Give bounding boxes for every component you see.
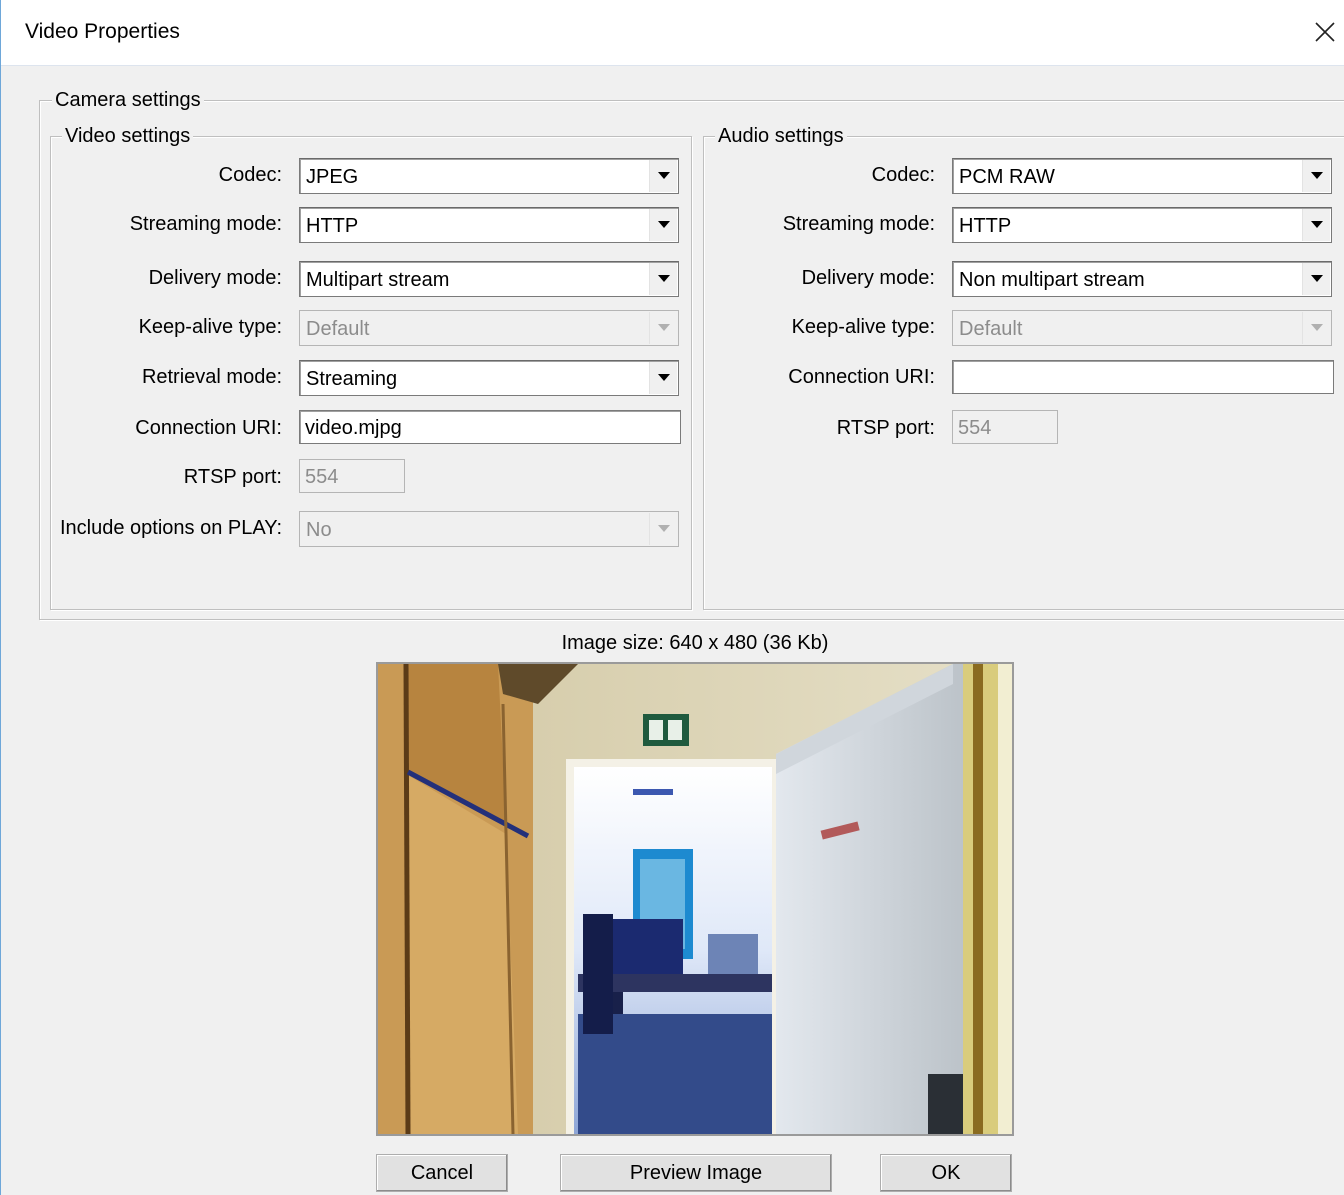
video-delivery-mode-select[interactable]: Multipart stream — [299, 261, 679, 297]
video-delivery-mode-dropdown-button[interactable] — [649, 263, 677, 295]
video-codec-select[interactable]: JPEG — [299, 158, 679, 194]
video-streaming-mode-value: HTTP — [306, 215, 359, 237]
camera-preview-image — [376, 662, 1014, 1136]
audio-codec-label: Codec: — [871, 164, 935, 186]
video-streaming-mode-label: Streaming mode: — [129, 213, 282, 235]
image-size-label: Image size: 640 x 480 (36 Kb) — [561, 632, 829, 654]
video-retrieval-mode-dropdown-button[interactable] — [649, 362, 677, 394]
audio-rtsp-port-value: 554 — [958, 417, 992, 439]
chevron-down-icon — [657, 275, 670, 282]
chevron-down-icon — [657, 221, 670, 228]
video-delivery-mode-value: Multipart stream — [306, 269, 450, 291]
audio-codec-dropdown-button[interactable] — [1302, 160, 1330, 192]
video-properties-dialog: Video Properties Camera settings Video s… — [0, 0, 1344, 1195]
audio-settings-legend: Audio settings — [715, 125, 847, 147]
audio-streaming-mode-select[interactable]: HTTP — [952, 207, 1332, 243]
audio-delivery-mode-dropdown-button[interactable] — [1302, 263, 1330, 295]
audio-codec-select[interactable]: PCM RAW — [952, 158, 1332, 194]
video-include-options-label: Include options on PLAY: — [59, 517, 282, 539]
audio-keep-alive-label: Keep-alive type: — [791, 316, 935, 338]
video-rtsp-port-input: 554 — [299, 459, 405, 493]
video-keep-alive-value: Default — [306, 318, 370, 340]
audio-delivery-mode-select[interactable]: Non multipart stream — [952, 261, 1332, 297]
video-connection-uri-input[interactable]: video.mjpg — [299, 410, 681, 444]
audio-delivery-mode-value: Non multipart stream — [959, 269, 1145, 291]
chevron-down-icon — [657, 525, 670, 532]
video-keep-alive-label: Keep-alive type: — [138, 316, 282, 338]
audio-streaming-mode-label: Streaming mode: — [782, 213, 935, 235]
camera-settings-legend: Camera settings — [52, 89, 204, 111]
title-bar: Video Properties — [1, 0, 1344, 66]
chevron-down-icon — [1310, 275, 1323, 282]
video-keep-alive-dropdown-button — [649, 312, 677, 344]
chevron-down-icon — [657, 374, 670, 381]
video-retrieval-mode-value: Streaming — [306, 368, 398, 390]
video-rtsp-port-value: 554 — [305, 466, 339, 488]
video-delivery-mode-label: Delivery mode: — [148, 267, 282, 289]
audio-rtsp-port-input: 554 — [952, 410, 1058, 444]
video-connection-uri-value: video.mjpg — [305, 417, 402, 439]
video-keep-alive-select: Default — [299, 310, 679, 346]
video-codec-value: JPEG — [306, 166, 359, 188]
audio-keep-alive-value: Default — [959, 318, 1023, 340]
audio-connection-uri-label: Connection URI: — [788, 366, 935, 388]
video-include-options-dropdown-button — [649, 513, 677, 545]
video-streaming-mode-dropdown-button[interactable] — [649, 209, 677, 241]
audio-rtsp-port-label: RTSP port: — [836, 417, 935, 439]
audio-streaming-mode-dropdown-button[interactable] — [1302, 209, 1330, 241]
video-include-options-select: No — [299, 511, 679, 547]
chevron-down-icon — [657, 172, 670, 179]
cancel-button[interactable]: Cancel — [376, 1154, 508, 1192]
video-connection-uri-label: Connection URI: — [135, 417, 282, 439]
chevron-down-icon — [657, 324, 670, 331]
video-settings-legend: Video settings — [62, 125, 194, 147]
video-retrieval-mode-select[interactable]: Streaming — [299, 360, 679, 396]
video-codec-dropdown-button[interactable] — [649, 160, 677, 192]
window-title: Video Properties — [25, 20, 180, 43]
chevron-down-icon — [1310, 324, 1323, 331]
preview-image-button[interactable]: Preview Image — [560, 1154, 832, 1192]
video-codec-label: Codec: — [218, 164, 282, 186]
audio-keep-alive-select: Default — [952, 310, 1332, 346]
video-rtsp-port-label: RTSP port: — [183, 466, 282, 488]
audio-keep-alive-dropdown-button — [1302, 312, 1330, 344]
audio-connection-uri-input[interactable] — [952, 360, 1334, 394]
ok-button[interactable]: OK — [880, 1154, 1012, 1192]
chevron-down-icon — [1310, 221, 1323, 228]
audio-codec-value: PCM RAW — [959, 166, 1055, 188]
close-button[interactable] — [1305, 10, 1344, 54]
audio-streaming-mode-value: HTTP — [959, 215, 1012, 237]
video-include-options-value: No — [306, 519, 332, 541]
chevron-down-icon — [1310, 172, 1323, 179]
audio-delivery-mode-label: Delivery mode: — [801, 267, 935, 289]
video-streaming-mode-select[interactable]: HTTP — [299, 207, 679, 243]
video-retrieval-mode-label: Retrieval mode: — [141, 366, 282, 388]
close-icon — [1315, 22, 1335, 42]
